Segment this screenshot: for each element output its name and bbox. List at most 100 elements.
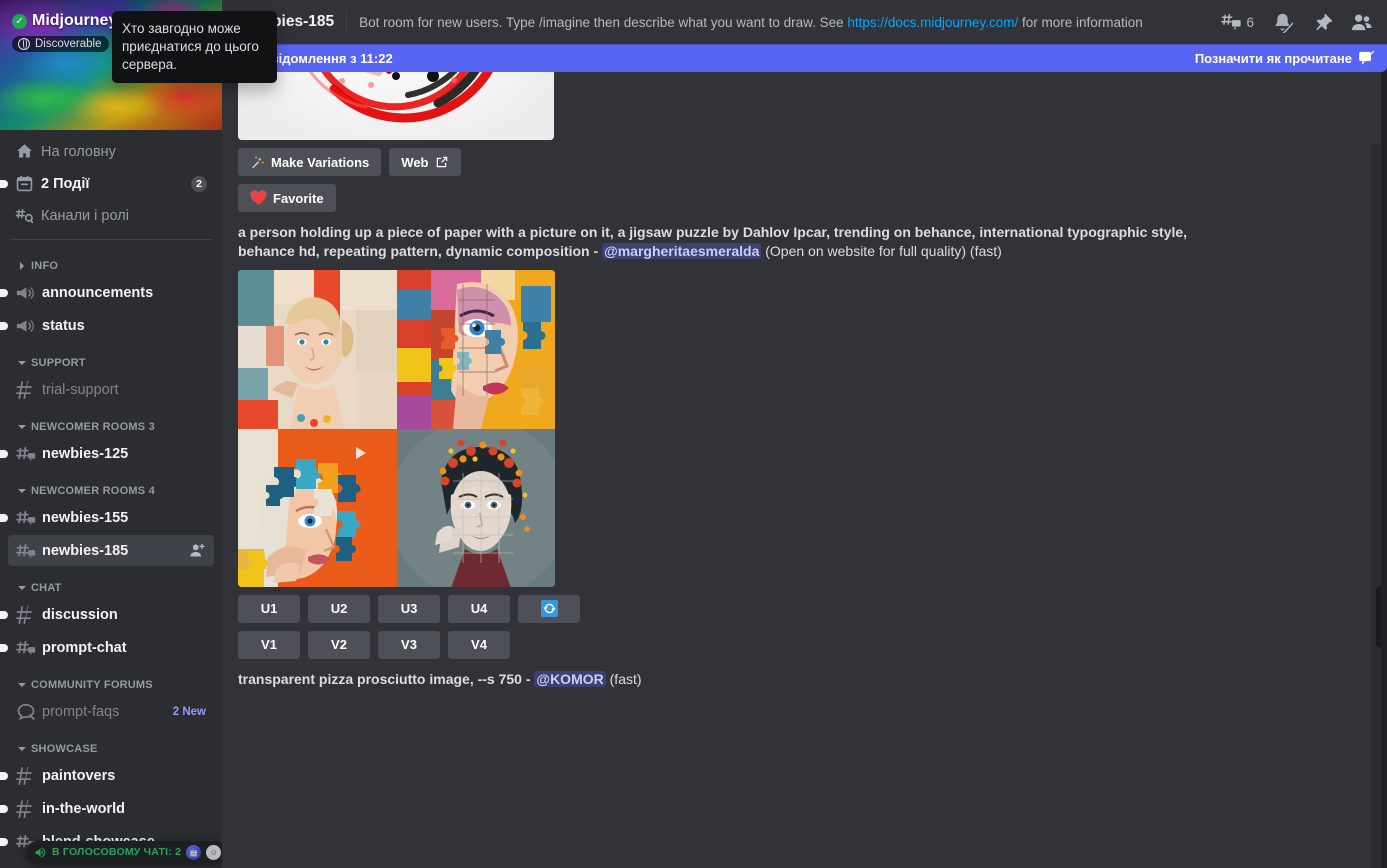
mark-as-read-label: Позначити як прочитане	[1194, 50, 1352, 66]
sidebar-nav-2[interactable]: 2 Події 2	[0, 168, 214, 199]
sidebar-item-newbies-155[interactable]: newbies-155	[0, 502, 214, 533]
user-mention-2[interactable]: @margheritaesmeralda	[602, 243, 762, 260]
channel-name: prompt-faqs	[42, 703, 120, 720]
favorite-button[interactable]: Favorite	[238, 184, 336, 212]
sidebar-item-discussion[interactable]: discussion	[0, 599, 214, 630]
discord-app-window: ✓ Midjourney Discoverable На головну 2 По…	[0, 0, 1387, 868]
unread-indicator	[0, 321, 8, 330]
threads-button[interactable]: 6	[1220, 11, 1254, 33]
discoverable-badge[interactable]: Discoverable	[12, 36, 110, 52]
channel-list[interactable]: На головну 2 Події 2 Канали і ролі INFO annou…	[0, 130, 222, 857]
mark-read-icon	[1359, 51, 1375, 65]
chevron-down-icon	[16, 357, 28, 369]
hash-icon	[16, 766, 36, 786]
make-variations-label: Make Variations	[271, 154, 370, 170]
sidebar-item-status[interactable]: status	[0, 310, 214, 341]
sidebar-item-prompt-chat[interactable]: prompt-chat	[0, 632, 214, 663]
upscale-u4-button[interactable]: U4	[448, 594, 510, 623]
variation-v1-button[interactable]: V1	[238, 630, 300, 659]
channel-name: newbies-155	[42, 509, 129, 526]
grid-quadrant-4[interactable]	[397, 428, 555, 587]
globe-icon	[18, 37, 30, 50]
channel-topic: Bot room for new users. Type /imagine th…	[359, 15, 1143, 30]
unread-indicator	[0, 771, 8, 780]
sidebar-item-in-the-world[interactable]: in-the-world	[0, 793, 214, 824]
variation-buttons-row: V1 V2 V3 V4	[238, 630, 1371, 659]
server-name: Midjourney	[32, 12, 118, 29]
category-showcase[interactable]: SHOWCASE	[8, 729, 222, 759]
bell-off-icon[interactable]	[1272, 12, 1293, 33]
sidebar-item-newbies-125[interactable]: newbies-125	[0, 438, 214, 469]
reroll-button[interactable]	[518, 594, 580, 623]
chevron-down-icon	[16, 582, 28, 594]
generated-image-emblem[interactable]	[238, 72, 554, 140]
v4-label: V4	[471, 637, 487, 653]
category-support[interactable]: SUPPORT	[8, 343, 222, 373]
category-newcomer-rooms-3[interactable]: NEWCOMER ROOMS 3	[8, 407, 222, 437]
sidebar-nav-1[interactable]: На головну	[8, 136, 214, 167]
home-icon	[15, 142, 34, 161]
prompt-separator-3: -	[521, 670, 535, 687]
sidebar-item-paintovers[interactable]: paintovers	[0, 760, 214, 791]
unread-indicator	[0, 837, 8, 846]
category-label: NEWCOMER ROOMS 4	[31, 485, 155, 497]
upscale-u2-button[interactable]: U2	[308, 594, 370, 623]
messages-container: Make Variations Web Favorite a person ho…	[222, 72, 1387, 689]
external-link-icon	[435, 155, 449, 169]
category-community-forums[interactable]: COMMUNITY FORUMS	[8, 665, 222, 695]
voice-chat-toast[interactable]: В ГОЛОСОВОМУ ЧАТІ: 2 🤖 ☺	[26, 841, 222, 863]
category-info[interactable]: INFO	[8, 246, 222, 276]
main-content: wbies-185 Bot room for new users. Type /…	[222, 0, 1387, 868]
messages-scroll-area[interactable]: Make Variations Web Favorite a person ho…	[222, 72, 1387, 868]
add-member-icon[interactable]	[189, 542, 206, 559]
hash-icon	[16, 799, 36, 819]
hash-thread-icon	[16, 541, 36, 561]
server-name-row[interactable]: ✓ Midjourney	[12, 12, 117, 30]
variation-v3-button[interactable]: V3	[378, 630, 440, 659]
category-chat[interactable]: CHAT	[8, 568, 222, 598]
announcement-icon	[16, 283, 36, 303]
unread-indicator	[0, 643, 8, 652]
chevron-down-icon	[16, 679, 28, 691]
grid-quadrant-2[interactable]	[397, 269, 555, 429]
sidebar-nav-3[interactable]: Канали і ролі	[8, 200, 214, 231]
message-block-2: a person holding up a piece of paper wit…	[238, 223, 1371, 659]
new-posts-badge: 2 New	[172, 705, 206, 718]
sidebar-item-prompt-faqs[interactable]: prompt-faqs 2 New	[8, 696, 214, 727]
category-label: SHOWCASE	[31, 743, 98, 755]
sidebar-item-announcements[interactable]: announcements	[0, 277, 214, 308]
reroll-icon	[540, 600, 558, 618]
channel-sidebar: ✓ Midjourney Discoverable На головну 2 По…	[0, 0, 222, 868]
generated-image-grid[interactable]	[238, 269, 555, 587]
mark-as-read-button[interactable]: Позначити як прочитане	[1195, 51, 1375, 66]
variation-v4-button[interactable]: V4	[448, 630, 510, 659]
make-variations-button[interactable]: Make Variations	[238, 148, 382, 176]
sidebar-item-newbies-185[interactable]: newbies-185	[8, 535, 214, 566]
user-mention-3[interactable]: @KOMOR	[534, 670, 606, 687]
grid-quadrant-1[interactable]	[238, 269, 397, 429]
message-block-3: transparent pizza prosciutto image, --s …	[238, 670, 1371, 689]
channel-name: newbies-185	[42, 542, 129, 559]
forum-icon	[16, 702, 36, 722]
sidebar-nav-label: На головну	[41, 143, 116, 160]
unread-messages-bar[interactable]: их повідомлення з 11:22 Позначити як про…	[222, 44, 1387, 72]
web-button[interactable]: Web	[389, 148, 461, 176]
channel-name: announcements	[42, 284, 154, 301]
sidebar-item-trial-support[interactable]: trial-support	[8, 374, 214, 405]
grid-quadrant-3[interactable]	[238, 428, 397, 587]
category-newcomer-rooms-4[interactable]: NEWCOMER ROOMS 4	[8, 471, 222, 501]
web-label: Web	[401, 154, 429, 170]
pin-icon[interactable]	[1311, 12, 1332, 33]
prompt-separator-2: -	[589, 243, 603, 260]
upscale-buttons-row: U1 U2 U3 U4	[238, 594, 1371, 623]
members-icon[interactable]	[1350, 11, 1373, 34]
prompt-body-3: transparent pizza prosciutto image, --s …	[238, 670, 522, 687]
v3-label: V3	[401, 637, 417, 653]
verified-check-icon: ✓	[12, 13, 27, 29]
upscale-u3-button[interactable]: U3	[378, 594, 440, 623]
topic-link[interactable]: https://docs.midjourney.com/	[847, 15, 1018, 30]
prompt-suffix-3: (fast)	[605, 670, 642, 687]
upscale-u1-button[interactable]: U1	[238, 594, 300, 623]
variation-v2-button[interactable]: V2	[308, 630, 370, 659]
message-block-1: Make Variations Web Favorite	[238, 72, 1371, 212]
